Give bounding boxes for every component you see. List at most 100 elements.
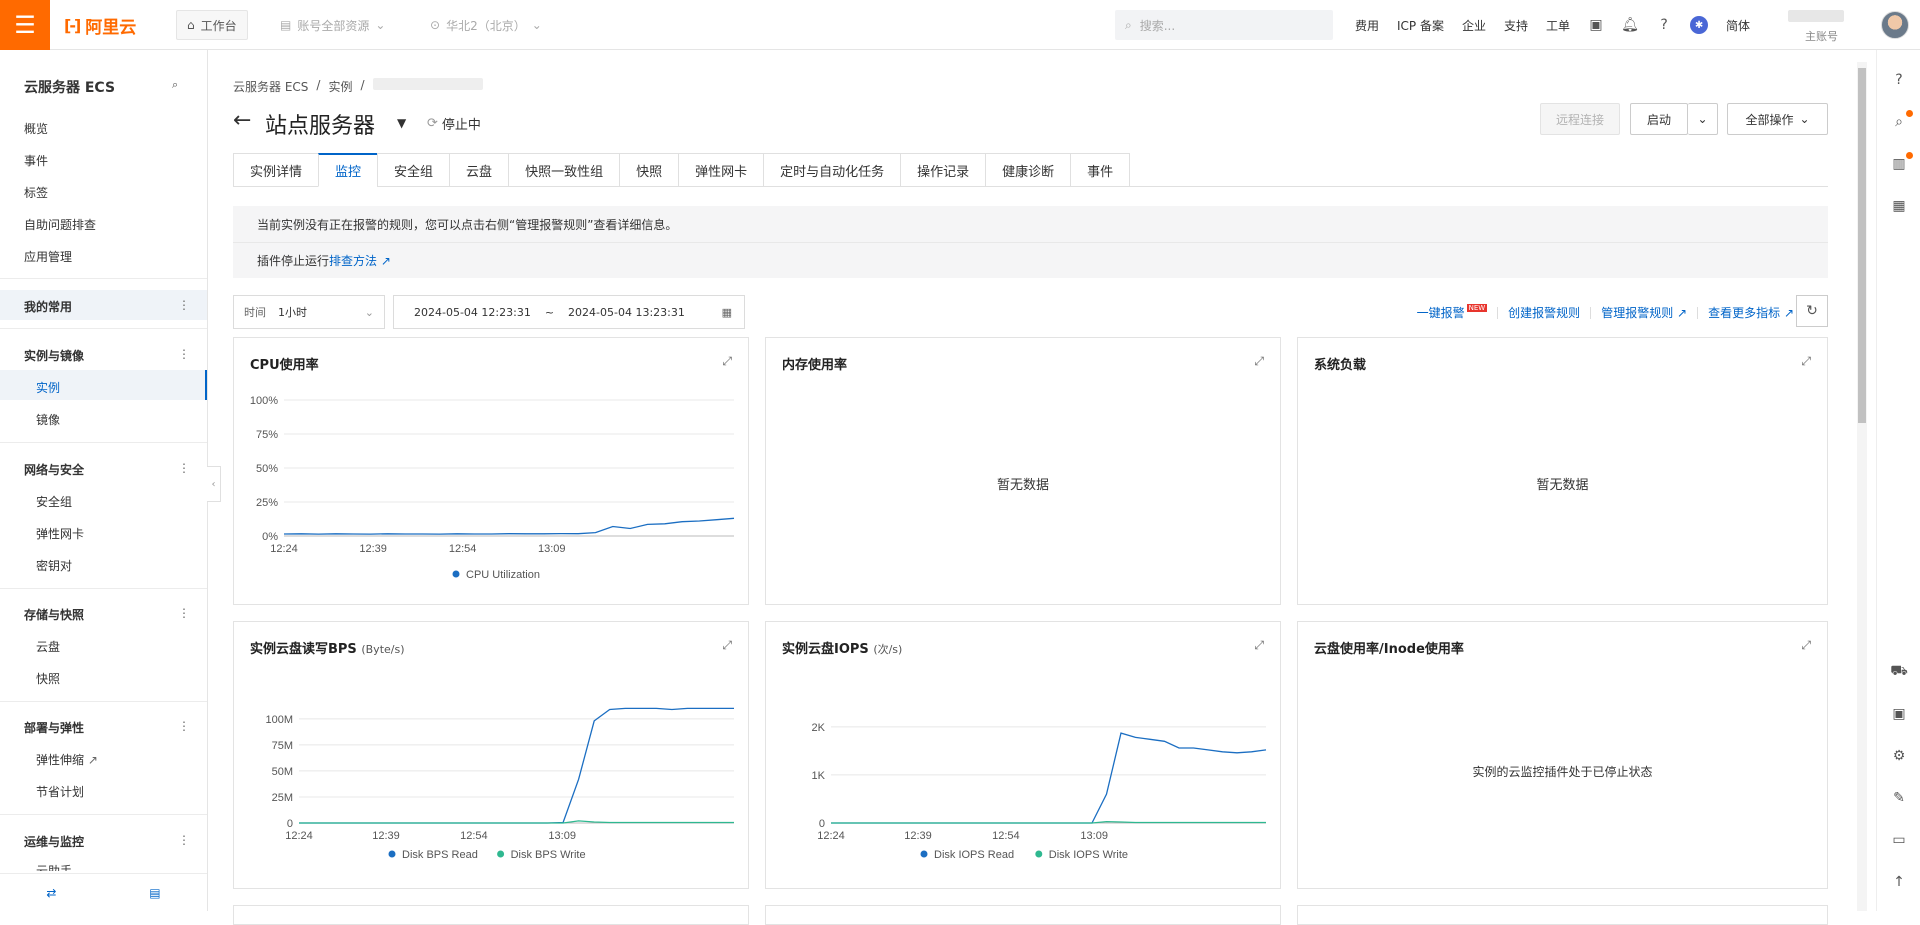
sidebar-item-instances[interactable]: 实例	[36, 379, 60, 396]
more-icon[interactable]: ⋮	[178, 833, 190, 847]
start-dropdown-button[interactable]: ⌄	[1688, 103, 1718, 135]
arrow-up-icon[interactable]: ↑	[1889, 872, 1909, 892]
sidebar-item-savings-plan[interactable]: 节省计划	[36, 783, 84, 800]
message-icon[interactable]: ▤	[149, 886, 160, 900]
settings-icon[interactable]: ⚙	[1889, 746, 1909, 766]
tab-security-groups[interactable]: 安全组	[377, 153, 450, 187]
avatar[interactable]	[1881, 11, 1909, 39]
ai-assistant-icon[interactable]: ✱	[1690, 16, 1709, 34]
support-link[interactable]: 支持	[1504, 17, 1528, 34]
expand-icon[interactable]: ⤢	[1801, 354, 1811, 369]
start-button[interactable]: 启动	[1630, 103, 1688, 135]
disk-usage-message: 实例的云监控插件处于已停止状态	[1472, 765, 1653, 779]
sidebar-item-troubleshoot[interactable]: 自助问题排查	[24, 216, 96, 233]
all-actions-label: 全部操作	[1745, 112, 1794, 127]
time-range-select[interactable]: 时间 1小时 ⌄	[233, 295, 385, 329]
language-switch[interactable]: 简体	[1726, 17, 1750, 34]
more-metrics-link[interactable]: 查看更多指标 ↗	[1708, 304, 1794, 321]
sidebar-item-overview[interactable]: 概览	[24, 120, 48, 137]
tab-monitoring[interactable]: 监控	[318, 153, 378, 187]
create-alarm-rule-link[interactable]: 创建报警规则	[1508, 304, 1580, 321]
sidebar-item-cloud-assistant[interactable]: 云助手	[36, 862, 72, 871]
enterprise-link[interactable]: 企业	[1462, 17, 1486, 34]
resource-selector[interactable]: ▤ 账号全部资源 ⌄	[270, 10, 395, 40]
swap-icon[interactable]: ⇄	[46, 886, 56, 900]
sidebar-item-autoscaling[interactable]: 弹性伸缩 ↗	[36, 751, 98, 768]
account-menu[interactable]: 主账号	[1788, 8, 1868, 43]
brand-logo[interactable]: [-] 阿里云	[64, 13, 136, 38]
ticket-link[interactable]: 工单	[1546, 17, 1570, 34]
more-icon[interactable]: ⋮	[178, 461, 190, 475]
tab-disks[interactable]: 云盘	[449, 153, 509, 187]
search-icon[interactable]: ⌕	[172, 78, 178, 92]
help-icon[interactable]: ?	[1889, 70, 1909, 90]
sidebar-item-snapshots[interactable]: 快照	[36, 670, 60, 687]
scrollbar-thumb[interactable]	[1858, 68, 1866, 423]
x-tick-label: 13:09	[1080, 830, 1108, 842]
sidebar-group-storage[interactable]: 存储与快照	[24, 606, 84, 623]
terminal-icon[interactable]: ▣	[1588, 17, 1604, 33]
sidebar-group-instances-images[interactable]: 实例与镜像	[24, 347, 84, 364]
sidebar-collapse-handle[interactable]: ‹	[207, 466, 221, 502]
more-icon[interactable]: ⋮	[178, 347, 190, 361]
troubleshoot-link[interactable]: 排查方法	[329, 254, 377, 268]
calculator-icon[interactable]: ▦	[1889, 196, 1909, 216]
sidebar-item-keypairs[interactable]: 密钥对	[36, 557, 72, 574]
manage-alarm-rules-link[interactable]: 管理报警规则 ↗	[1601, 304, 1687, 321]
back-arrow-icon[interactable]: ←	[233, 108, 251, 133]
external-link-icon[interactable]: ↗	[381, 254, 391, 268]
tab-operation-log[interactable]: 操作记录	[900, 153, 986, 187]
sidebar-item-security-groups[interactable]: 安全组	[36, 493, 72, 510]
sidebar-item-events[interactable]: 事件	[24, 152, 48, 169]
sidebar-group-network-security[interactable]: 网络与安全	[24, 461, 84, 478]
new-badge: NEW	[1466, 304, 1488, 312]
series-line	[299, 707, 734, 824]
tab-instance-details[interactable]: 实例详情	[233, 153, 319, 187]
all-actions-button[interactable]: 全部操作 ⌄	[1727, 103, 1828, 135]
service-icon[interactable]: ▣	[1889, 704, 1909, 724]
sidebar-group-deploy-elastic[interactable]: 部署与弹性	[24, 719, 84, 736]
one-click-alarm-link[interactable]: 一键报警 NEW	[1417, 304, 1488, 321]
sidebar-group-favorites[interactable]: 我的常用	[24, 298, 72, 315]
caret-down-icon[interactable]: ▼	[397, 116, 406, 130]
refresh-button[interactable]: ↻	[1796, 295, 1828, 327]
expand-icon[interactable]: ⤢	[1801, 638, 1811, 653]
date-sep: ~	[544, 305, 555, 319]
sidebar-item-apps[interactable]: 应用管理	[24, 248, 72, 265]
series-line	[299, 820, 734, 824]
sidebar-item-images[interactable]: 镜像	[36, 411, 60, 428]
sidebar-item-eni[interactable]: 弹性网卡	[36, 525, 84, 542]
sidebar-item-disks[interactable]: 云盘	[36, 638, 60, 655]
edit-icon[interactable]: ✎	[1889, 788, 1909, 808]
cart-icon[interactable]: ⛟	[1889, 662, 1909, 682]
region-selector[interactable]: ⊙ 华北2（北京） ⌄	[420, 10, 552, 40]
scrollbar[interactable]	[1857, 62, 1867, 911]
tab-eni[interactable]: 弹性网卡	[678, 153, 764, 187]
notification-dot	[1906, 110, 1913, 117]
sidebar-item-tags[interactable]: 标签	[24, 184, 48, 201]
search-input[interactable]: ⌕ 搜索...	[1115, 10, 1333, 40]
status-badge: ⟳ 停止中	[427, 114, 481, 133]
more-icon[interactable]: ⋮	[178, 298, 190, 312]
tab-snapshots[interactable]: 快照	[619, 153, 679, 187]
sidebar-group-ops-monitor[interactable]: 运维与监控	[24, 833, 84, 850]
remote-connect-button[interactable]: 远程连接	[1540, 103, 1620, 135]
breadcrumb-ecs[interactable]: 云服务器 ECS	[233, 78, 308, 95]
search-placeholder: 搜索...	[1139, 18, 1176, 33]
tab-scheduled-tasks[interactable]: 定时与自动化任务	[763, 153, 901, 187]
expand-icon[interactable]: ⤢	[1254, 354, 1264, 369]
icp-link[interactable]: ICP 备案	[1397, 17, 1444, 34]
more-icon[interactable]: ⋮	[178, 719, 190, 733]
tab-events[interactable]: 事件	[1070, 153, 1131, 187]
more-icon[interactable]: ⋮	[178, 606, 190, 620]
date-range-picker[interactable]: 2024-05-04 12:23:31 ~ 2024-05-04 13:23:3…	[393, 295, 745, 329]
help-icon[interactable]: ?	[1656, 17, 1672, 33]
chat-icon[interactable]: ▭	[1889, 830, 1909, 850]
bell-icon[interactable]: 🔔︎	[1621, 17, 1639, 33]
tab-snapshot-consistency[interactable]: 快照一致性组	[508, 153, 620, 187]
tab-health-diagnosis[interactable]: 健康诊断	[985, 153, 1071, 187]
fees-link[interactable]: 费用	[1355, 17, 1379, 34]
workbench-button[interactable]: ⌂ 工作台	[176, 10, 248, 40]
breadcrumb-instances[interactable]: 实例	[328, 78, 352, 95]
menu-icon[interactable]: ☰	[0, 0, 50, 50]
